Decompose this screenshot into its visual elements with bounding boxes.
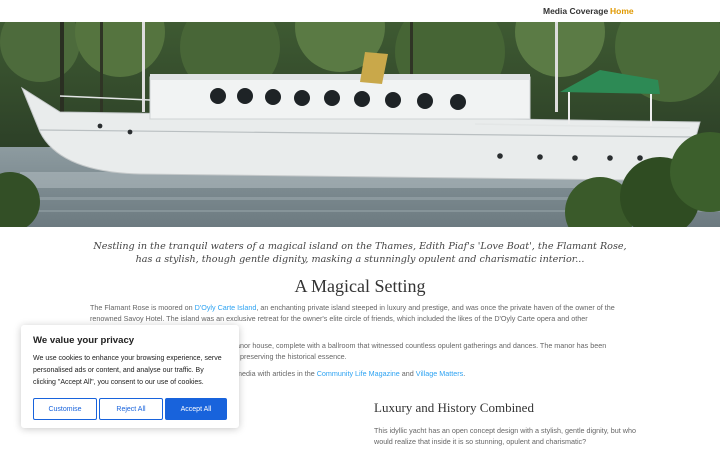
hero-image xyxy=(0,22,720,227)
cookie-consent-banner: We value your privacy We use cookies to … xyxy=(21,325,239,428)
intro-text: Nestling in the tranquil waters of a mag… xyxy=(80,240,640,266)
community-life-magazine-link[interactable]: Community Life Magazine xyxy=(317,369,400,378)
p3-text-before: media with articles in the xyxy=(236,369,317,378)
doyly-carte-island-link[interactable]: D'Oyly Carte Island xyxy=(195,303,257,312)
reject-all-button[interactable]: Reject All xyxy=(99,398,163,420)
nav-home[interactable]: Home xyxy=(610,6,634,16)
p3-text-after: . xyxy=(463,369,466,378)
nav-media-coverage[interactable]: Media Coverage xyxy=(543,6,608,16)
p1-text-before: The Flamant Rose is moored on xyxy=(90,303,195,312)
cookie-buttons: Customise Reject All Accept All xyxy=(33,398,227,420)
paragraph-1: The Flamant Rose is moored on D'Oyly Car… xyxy=(90,302,630,324)
top-navigation: Media Coverage Home xyxy=(0,0,720,22)
cookie-text: We use cookies to enhance your browsing … xyxy=(33,355,222,386)
intro-line-2: has a stylish, though gentle dignity, ma… xyxy=(135,254,585,265)
village-matters-link[interactable]: Village Matters xyxy=(416,369,463,378)
section-title: A Magical Setting xyxy=(294,276,426,296)
intro-line-1: Nestling in the tranquil waters of a mag… xyxy=(93,241,627,252)
accept-all-button[interactable]: Accept All xyxy=(165,398,227,420)
p2-line-1: anor house, complete with a ballroom tha… xyxy=(236,341,607,350)
subsection-title: Luxury and History Combined xyxy=(374,400,534,415)
p3-text-mid: and xyxy=(399,369,416,378)
paragraph-3: media with articles in the Community Lif… xyxy=(236,368,636,379)
p2-line-2: , preserving the historical essence. xyxy=(236,352,347,361)
customise-button[interactable]: Customise xyxy=(33,398,97,420)
subsection-text: This idyllic yacht has an open concept d… xyxy=(374,426,636,446)
cookie-title: We value your privacy xyxy=(33,335,135,346)
paragraph-2: anor house, complete with a ballroom tha… xyxy=(236,340,636,362)
